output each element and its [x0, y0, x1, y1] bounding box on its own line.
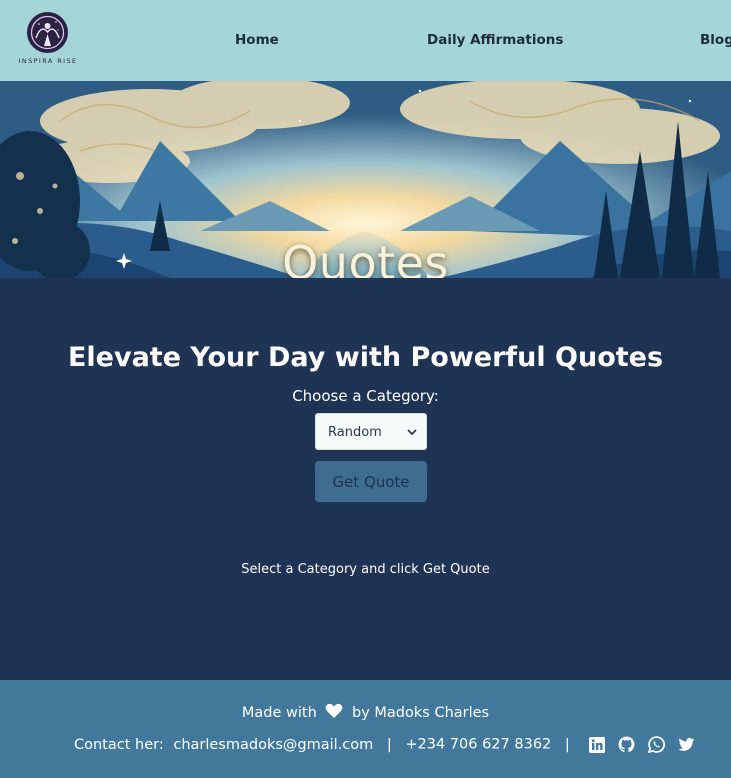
category-label: Choose a Category: — [292, 387, 439, 405]
logo-emblem-icon — [27, 12, 68, 53]
email-link[interactable]: charlesmadoks@gmail.com — [173, 737, 373, 753]
divider: | — [386, 736, 392, 753]
phone-link[interactable]: +234 706 627 8362 — [405, 737, 551, 753]
divider: | — [564, 736, 570, 753]
category-select[interactable]: Random — [315, 413, 427, 450]
quote-display-text: Select a Category and click Get Quote — [241, 562, 490, 577]
section-heading: Elevate Your Day with Powerful Quotes — [67, 342, 664, 373]
hero-title: Quotes — [282, 236, 449, 278]
whatsapp-icon[interactable] — [647, 736, 665, 753]
logo-text: INSPIRA RISE — [18, 57, 78, 65]
made-with-prefix: Made with — [241, 705, 317, 721]
made-with-line: Made with by Madoks Charles — [0, 703, 731, 721]
hero-banner: Quotes — [0, 81, 731, 278]
site-logo[interactable]: INSPIRA RISE — [12, 12, 84, 68]
chevron-down-icon — [407, 429, 417, 436]
linkedin-icon[interactable] — [589, 736, 606, 753]
site-footer: Made with by Madoks Charles Contact her:… — [0, 680, 731, 778]
site-header: INSPIRA RISE Home Daily Affirmations Blo… — [0, 0, 731, 81]
quote-generator-section: Elevate Your Day with Powerful Quotes Ch… — [0, 278, 731, 680]
nav-link-daily-affirmations[interactable]: Daily Affirmations — [427, 32, 563, 48]
category-select-value: Random — [328, 425, 382, 440]
github-icon[interactable] — [618, 736, 635, 753]
nav-link-home[interactable]: Home — [235, 32, 279, 48]
get-quote-button[interactable]: Get Quote — [315, 461, 427, 502]
twitter-icon[interactable] — [677, 737, 695, 753]
contact-label: Contact her: — [74, 736, 164, 753]
social-links — [589, 736, 703, 753]
contact-line: Contact her: charlesmadoks@gmail.com | +… — [74, 736, 703, 758]
heart-icon — [326, 703, 343, 718]
made-with-suffix: by Madoks Charles — [352, 705, 490, 721]
get-quote-button-label: Get Quote — [332, 473, 410, 491]
nav-link-blog[interactable]: Blog — [700, 32, 731, 48]
